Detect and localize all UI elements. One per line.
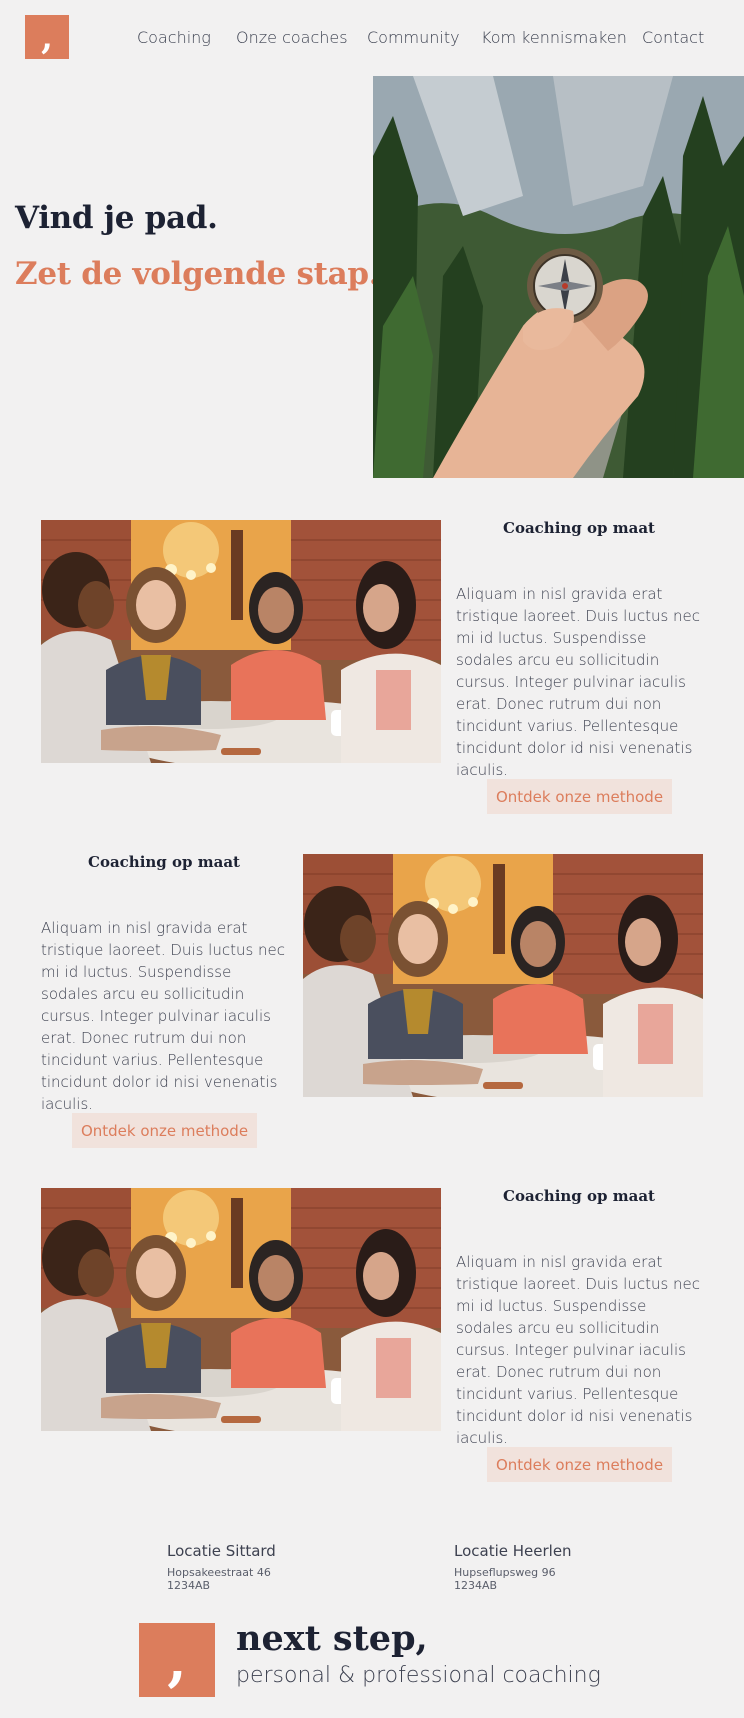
footer-logo: , [139,1623,215,1697]
section-3-title: Coaching op maat [503,1187,655,1205]
section-2-image [303,854,703,1097]
location-title: Locatie Heerlen [454,1542,572,1560]
hero-title: Vind je pad. [15,200,218,236]
hero-subtitle: Zet de volgende stap. [15,256,380,292]
location-title: Locatie Sittard [167,1542,276,1560]
logo[interactable]: , [25,15,69,59]
footer-brand-tagline: personal & professional coaching [236,1663,601,1688]
location-street: Hopsakeestraat 46 [167,1566,271,1579]
nav-link-onze-coaches[interactable]: Onze coaches [236,28,348,47]
section-3-cta-button[interactable]: Ontdek onze methode [487,1447,672,1482]
logo-glyph: , [41,18,53,58]
nav-link-kom-kennismaken[interactable]: Kom kennismaken [481,28,627,47]
section-1-title: Coaching op maat [503,519,655,537]
location-postcode: 1234AB [167,1579,211,1592]
section-1-image [41,520,441,763]
location-postcode: 1234AB [454,1579,498,1592]
section-3-image [41,1188,441,1431]
section-2-cta-button[interactable]: Ontdek onze methode [72,1113,257,1148]
section-2-body: Aliquam in nisl gravida erat tristique l… [41,919,286,1113]
footer-logo-glyph: , [167,1628,187,1694]
location-street: Hupseflupsweg 96 [454,1566,556,1579]
section-1-cta-button[interactable]: Ontdek onze methode [487,779,672,814]
location-sittard: Locatie Sittard Hopsakeestraat 46 1234AB [167,1542,276,1592]
hero-image [373,76,744,478]
nav-link-community[interactable]: Community [367,28,460,47]
footer-brand-name: next step, [236,1618,428,1659]
location-heerlen: Locatie Heerlen Hupseflupsweg 96 1234AB [454,1542,572,1592]
nav-link-contact[interactable]: Contact [642,28,704,47]
nav-link-coaching[interactable]: Coaching [137,28,211,47]
section-3-body: Aliquam in nisl gravida erat tristique l… [456,1253,701,1447]
section-2-title: Coaching op maat [88,853,240,871]
section-1-body: Aliquam in nisl gravida erat tristique l… [456,585,701,779]
